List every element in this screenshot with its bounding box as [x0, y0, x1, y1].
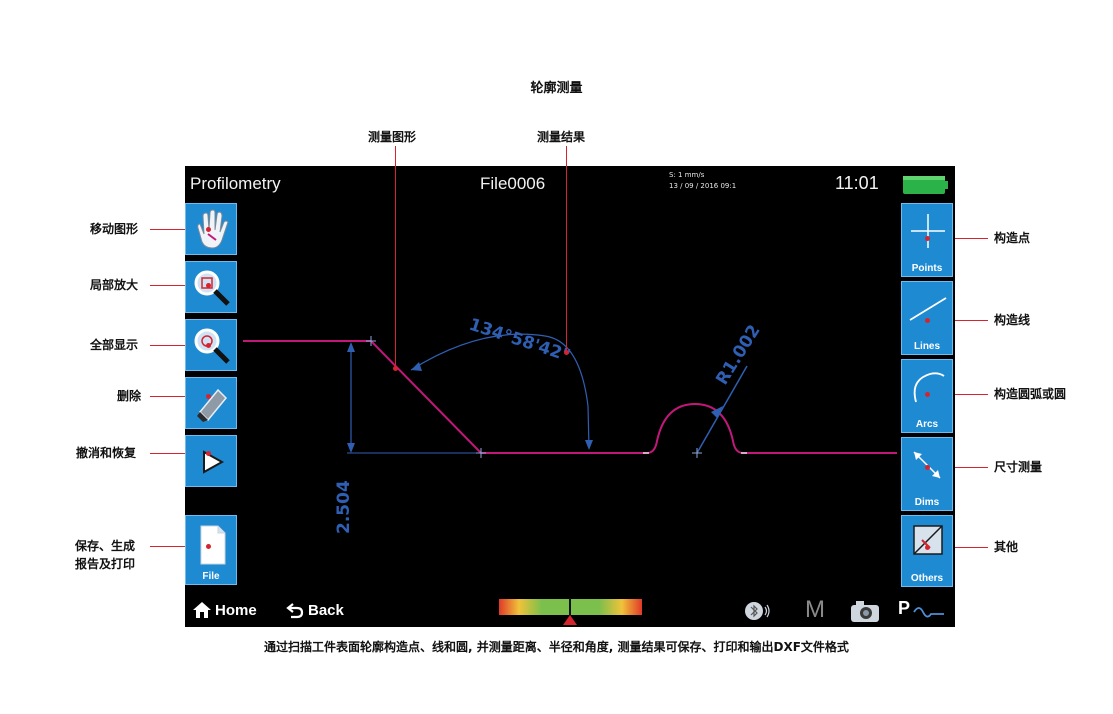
- callout-dot: [206, 451, 211, 456]
- points-label: Points: [911, 263, 943, 274]
- home-button[interactable]: Home: [191, 600, 257, 620]
- document-title: 轮廓测量: [530, 81, 583, 96]
- callout-fit: 全部显示: [90, 338, 139, 352]
- move-tool-button[interactable]: [185, 203, 237, 255]
- callout-dot: [925, 318, 930, 323]
- file-tool-button[interactable]: File: [185, 515, 237, 585]
- fit-tool-button[interactable]: [185, 319, 237, 371]
- callout-dims: 尺寸测量: [994, 460, 1043, 474]
- callout-move: 移动图形: [90, 222, 139, 236]
- magnifier-zoom-icon: [194, 270, 230, 306]
- dimension-arrow: [347, 342, 355, 352]
- callout-arcs: 构造圆弧或圆: [994, 387, 1067, 401]
- device-screen: Profilometry File0006 S: 1 mm/s 13 / 09 …: [185, 166, 955, 627]
- radius-value: R1.002: [712, 321, 764, 388]
- callout-line: [395, 146, 396, 368]
- callout-dot: [925, 545, 930, 550]
- callout-dot: [925, 236, 930, 241]
- play-icon: [203, 450, 225, 474]
- callout-save-line1: 保存、生成: [75, 539, 136, 553]
- construct-point: [692, 448, 702, 458]
- home-label: Home: [215, 601, 257, 619]
- camera-icon[interactable]: [849, 599, 881, 623]
- profile-arc: [643, 402, 747, 454]
- wave-icon: [913, 607, 944, 618]
- back-label: Back: [308, 601, 344, 619]
- height-value: 2.504: [334, 480, 354, 534]
- lines-label: Lines: [913, 341, 941, 352]
- callout-dot: [925, 465, 930, 470]
- callout-dot: [925, 392, 930, 397]
- crosshair-icon: [911, 214, 945, 248]
- level-needle: [569, 598, 571, 616]
- document-caption: 通过扫描工件表面轮廓构造点、线和圆, 并测量距离、半径和角度, 测量结果可保存、…: [264, 640, 849, 654]
- others-tool-button[interactable]: Others: [901, 515, 953, 587]
- undo-redo-tool-button[interactable]: [185, 435, 237, 487]
- profile-mode-letter[interactable]: P: [898, 598, 910, 619]
- hand-icon: [197, 209, 229, 249]
- profile-line: [243, 340, 643, 454]
- callout-dot: [206, 283, 211, 288]
- level-marker-icon: [563, 615, 577, 625]
- dims-tool-button[interactable]: Dims: [901, 437, 953, 511]
- callout-line: [566, 146, 567, 352]
- home-icon: [193, 602, 211, 618]
- callout-undo: 撤消和恢复: [76, 446, 137, 460]
- bluetooth-icon[interactable]: [745, 599, 771, 623]
- callout-dot: [206, 227, 211, 232]
- line-icon: [909, 297, 947, 321]
- bottom-bar: Home Back M P: [185, 594, 955, 627]
- callout-dot: [206, 343, 211, 348]
- callout-save-line2: 报告及打印: [75, 557, 136, 571]
- dimension-arrow: [411, 362, 422, 371]
- callout-points: 构造点: [994, 231, 1031, 245]
- eraser-icon: [197, 388, 228, 422]
- back-arrow-icon: [286, 603, 304, 619]
- callout-dot: [393, 366, 398, 371]
- dimension-arrow: [347, 443, 355, 453]
- angle-value: 134°58'42": [466, 315, 572, 367]
- others-label: Others: [910, 573, 944, 584]
- document-icon: [200, 525, 226, 565]
- mode-indicator[interactable]: M: [805, 596, 825, 624]
- callout-dot: [564, 350, 569, 355]
- callout-dot: [206, 544, 211, 549]
- callout-zoom: 局部放大: [90, 278, 139, 292]
- back-button[interactable]: Back: [285, 600, 344, 620]
- zoom-tool-button[interactable]: [185, 261, 237, 313]
- file-label: File: [202, 571, 220, 582]
- magnifier-fit-icon: [194, 328, 230, 364]
- profile-canvas[interactable]: 2.504 134°58'42" R1.002: [185, 166, 955, 627]
- callout-delete: 删除: [117, 389, 142, 403]
- callout-dot: [206, 394, 211, 399]
- callout-lines: 构造线: [994, 313, 1031, 327]
- delete-tool-button[interactable]: [185, 377, 237, 429]
- label-measured-result: 测量结果: [537, 130, 586, 144]
- others-icon: [913, 525, 943, 555]
- dimension-arrow: [585, 440, 593, 450]
- label-measured-shape: 测量图形: [368, 130, 417, 144]
- dims-label: Dims: [914, 497, 940, 508]
- arc-icon: [913, 372, 945, 403]
- arcs-label: Arcs: [915, 419, 939, 430]
- callout-others: 其他: [994, 540, 1019, 554]
